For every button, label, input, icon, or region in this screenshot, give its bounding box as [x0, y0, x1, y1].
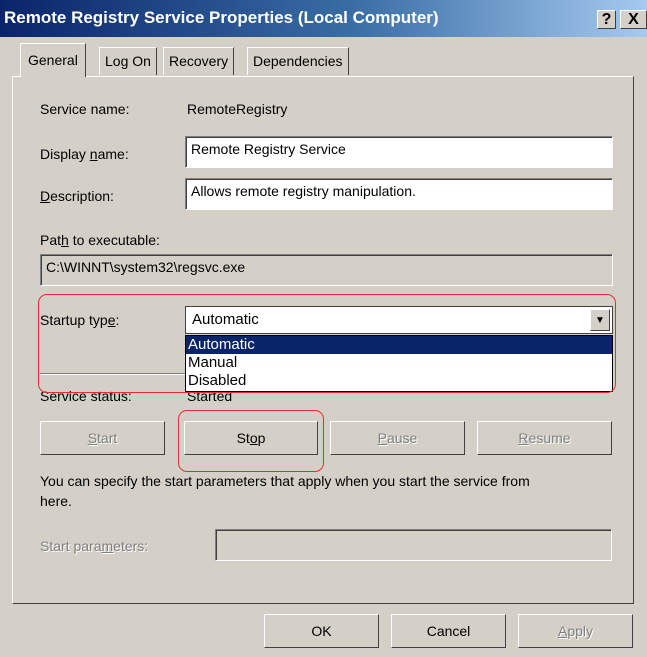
start-params-field[interactable]: [215, 529, 612, 561]
help-button[interactable]: ?: [597, 10, 616, 29]
resume-button[interactable]: Resume: [477, 421, 612, 455]
title-bar[interactable]: Remote Registry Service Properties (Loca…: [0, 0, 647, 37]
close-button[interactable]: X: [620, 10, 647, 29]
apply-button[interactable]: Apply: [518, 614, 633, 648]
tab-general[interactable]: General: [20, 43, 86, 77]
stop-button-highlight: [178, 410, 324, 472]
tab-recovery[interactable]: Recovery: [163, 47, 235, 75]
start-params-hint-line1: You can specify the start parameters tha…: [40, 473, 530, 489]
path-field: C:\WINNT\system32\regsvc.exe: [40, 254, 613, 286]
description-label: Description:: [40, 188, 114, 204]
window-title: Remote Registry Service Properties (Loca…: [4, 8, 439, 27]
start-params-hint-line2: here.: [40, 493, 72, 509]
cancel-button[interactable]: Cancel: [391, 614, 506, 648]
description-field[interactable]: Allows remote registry manipulation.: [185, 178, 613, 210]
tab-log-on[interactable]: Log On: [99, 47, 157, 75]
service-name-value: RemoteRegistry: [187, 101, 288, 117]
ok-button[interactable]: OK: [264, 614, 379, 648]
startup-type-highlight: [38, 294, 616, 393]
pause-button[interactable]: Pause: [330, 421, 465, 455]
start-button[interactable]: Start: [40, 421, 165, 455]
display-name-field[interactable]: Remote Registry Service: [185, 136, 613, 168]
tab-dependencies[interactable]: Dependencies: [247, 47, 349, 75]
service-properties-dialog: Remote Registry Service Properties (Loca…: [0, 0, 647, 657]
service-name-label: Service name:: [40, 101, 130, 117]
start-params-label: Start parameters:: [40, 538, 149, 554]
path-label: Path to executable:: [40, 232, 160, 248]
display-name-label: Display name:: [40, 146, 129, 162]
